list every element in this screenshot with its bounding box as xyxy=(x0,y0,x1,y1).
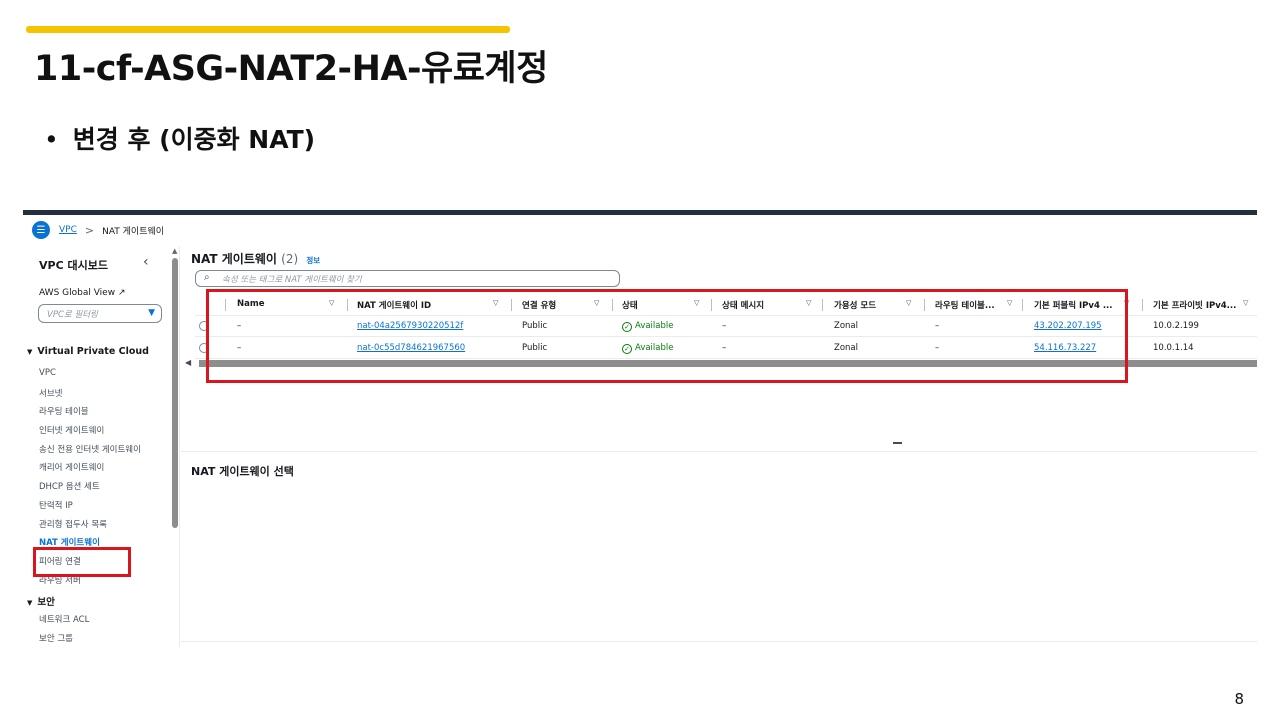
sidebar-scrollbar[interactable]: ▲ xyxy=(172,247,178,588)
sidebar-section-label: 보안 xyxy=(37,597,55,608)
external-link-icon: ↗ xyxy=(117,288,126,298)
sidebar: VPC 대시보드 ‹ AWS Global View ↗ VPC로 필터링 ▼ … xyxy=(23,246,180,647)
sidebar-item-network-acls[interactable]: 네트워크 ACL xyxy=(39,613,89,632)
search-icon: ⌕ xyxy=(204,272,210,283)
cell-private-ip: 10.0.2.199 xyxy=(1153,321,1199,331)
sidebar-title[interactable]: VPC 대시보드 xyxy=(39,257,108,273)
global-view-label: AWS Global View xyxy=(39,288,116,298)
column-divider[interactable] xyxy=(1142,299,1143,311)
split-panel-divider xyxy=(181,451,1257,452)
sidebar-item-security-groups[interactable]: 보안 그룹 xyxy=(39,632,89,647)
detail-panel-title: NAT 게이트웨이 선택 xyxy=(191,465,294,478)
sidebar-item-subnets[interactable]: 서브넷 xyxy=(39,387,141,406)
sidebar-item-dhcp-options[interactable]: DHCP 옵션 세트 xyxy=(39,480,141,499)
global-view-link[interactable]: AWS Global View ↗ xyxy=(39,288,126,298)
annotation-highlight-sidebar xyxy=(33,547,131,577)
vpc-filter-placeholder: VPC로 필터링 xyxy=(47,310,98,320)
bottom-divider xyxy=(181,641,1257,642)
collapse-sidebar-icon[interactable]: ‹ xyxy=(143,254,149,270)
item-count: (2) xyxy=(281,252,299,266)
sidebar-item-elastic-ips[interactable]: 탄력적 IP xyxy=(39,499,141,518)
split-panel-handle[interactable] xyxy=(893,442,902,444)
sidebar-item-route-tables[interactable]: 라우팅 테이블 xyxy=(39,405,141,424)
sidebar-section-label: Virtual Private Cloud xyxy=(37,346,149,357)
annotation-highlight-table xyxy=(206,289,1128,383)
page-title-text: NAT 게이트웨이 xyxy=(191,252,277,266)
sidebar-section-security[interactable]: ▼ 보안 xyxy=(27,594,55,608)
bullet-text: 변경 후 (이중화 NAT) xyxy=(72,125,316,154)
breadcrumb-vpc-link[interactable]: VPC xyxy=(59,225,77,235)
vpc-filter-select[interactable]: VPC로 필터링 ▼ xyxy=(38,304,162,323)
sidebar-item-internet-gateways[interactable]: 인터넷 게이트웨이 xyxy=(39,424,141,443)
caret-down-icon: ▼ xyxy=(148,308,155,318)
sort-icon[interactable]: ▽ xyxy=(1243,299,1248,307)
breadcrumb: ☰ VPC > NAT 게이트웨이 xyxy=(23,215,1257,245)
search-placeholder: 속성 또는 태그로 NAT 게이트웨이 찾기 xyxy=(222,275,362,285)
search-input[interactable]: ⌕ 속성 또는 태그로 NAT 게이트웨이 찾기 xyxy=(195,270,620,287)
scroll-left-icon[interactable]: ◀ xyxy=(185,358,191,367)
sidebar-scroll-thumb[interactable] xyxy=(172,258,178,528)
page-number: 8 xyxy=(1234,690,1244,708)
sidebar-section-vpc[interactable]: ▼ Virtual Private Cloud xyxy=(27,346,149,357)
scroll-up-icon[interactable]: ▲ xyxy=(172,247,177,255)
column-header-private-ipv4[interactable]: 기본 프라이빗 IPv4... ▽ xyxy=(1153,299,1248,311)
title-accent-bar xyxy=(26,26,510,33)
page-title: NAT 게이트웨이 (2) 정보 xyxy=(191,250,320,267)
console-screenshot: ☰ VPC > NAT 게이트웨이 VPC 대시보드 ‹ AWS Global … xyxy=(23,210,1257,647)
sidebar-item-vpc[interactable]: VPC xyxy=(39,368,141,387)
sidebar-item-carrier-gateways[interactable]: 캐리어 게이트웨이 xyxy=(39,461,141,480)
triangle-down-icon: ▼ xyxy=(27,348,33,356)
sidebar-list-security: 네트워크 ACL 보안 그룹 xyxy=(39,613,89,647)
triangle-down-icon: ▼ xyxy=(27,599,33,607)
slide-title: 11-cf-ASG-NAT2-HA-유료계정 xyxy=(34,49,548,89)
cell-private-ip: 10.0.1.14 xyxy=(1153,343,1194,353)
breadcrumb-current: NAT 게이트웨이 xyxy=(102,226,165,237)
chevron-right-icon: > xyxy=(84,223,95,237)
column-label: 기본 프라이빗 IPv4... xyxy=(1153,301,1237,311)
menu-icon[interactable]: ☰ xyxy=(32,221,50,239)
sidebar-item-prefix-lists[interactable]: 관리형 접두사 목록 xyxy=(39,518,141,537)
bullet-dot: • xyxy=(44,125,59,154)
sidebar-item-egress-only-igw[interactable]: 송신 전용 인터넷 게이트웨이 xyxy=(39,443,141,462)
slide-bullet: • 변경 후 (이중화 NAT) xyxy=(44,120,315,156)
info-link[interactable]: 정보 xyxy=(306,256,320,265)
